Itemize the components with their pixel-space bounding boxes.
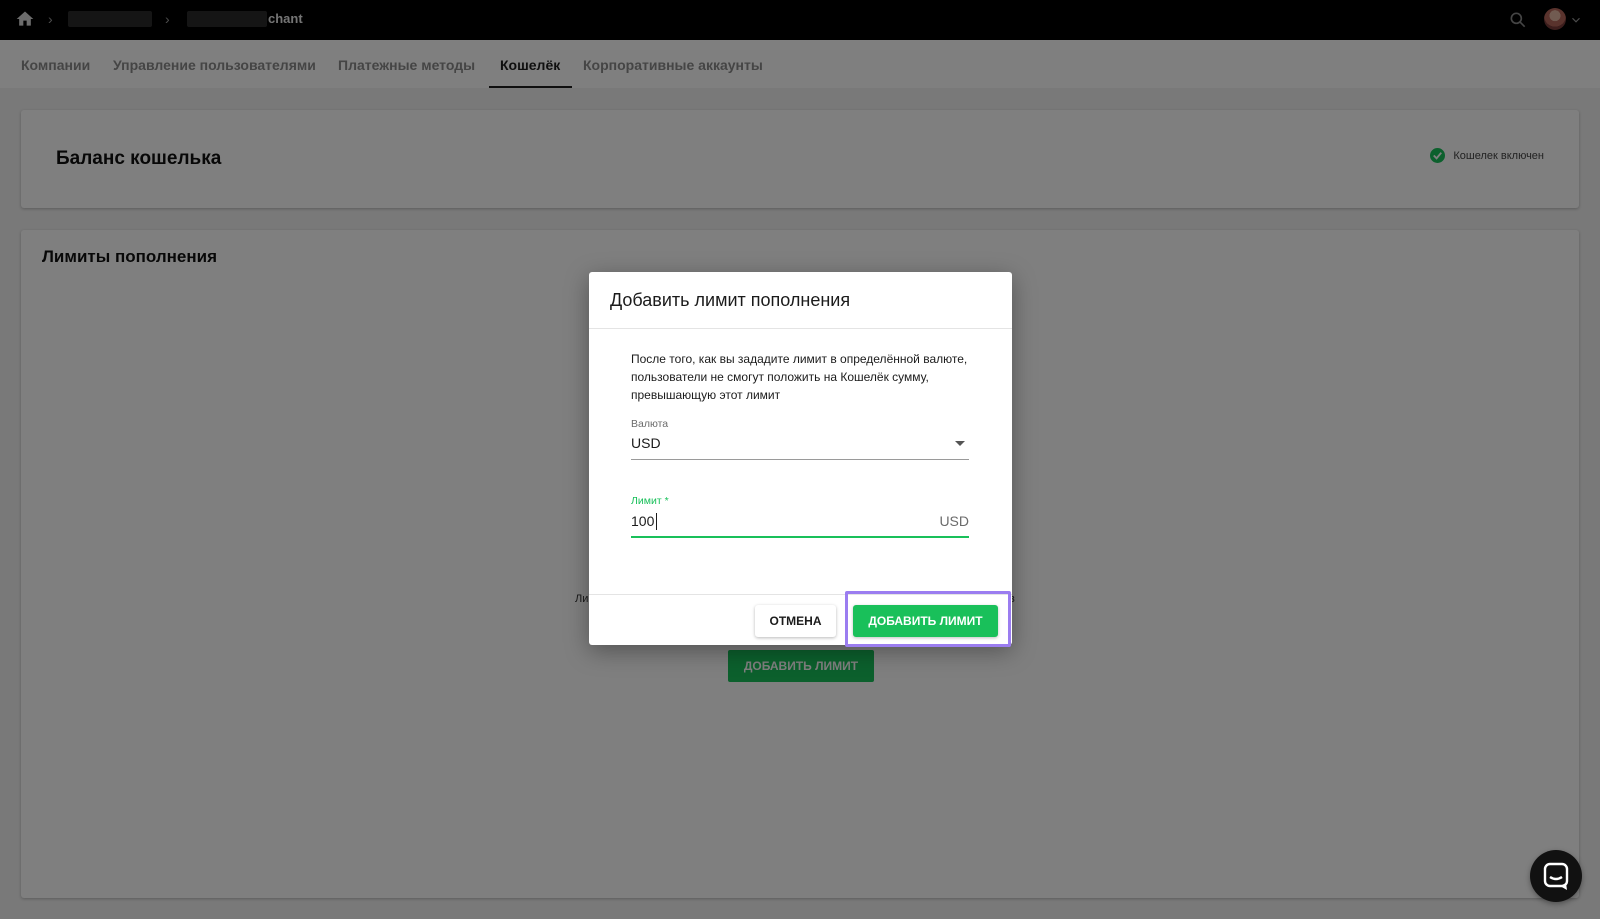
cancel-button[interactable]: ОТМЕНА bbox=[755, 605, 836, 637]
chat-launcher-button[interactable] bbox=[1530, 850, 1582, 902]
add-limit-dialog: Добавить лимит пополнения После того, ка… bbox=[589, 272, 1012, 645]
currency-select-value: USD bbox=[631, 435, 661, 451]
dropdown-arrow-icon bbox=[955, 441, 965, 446]
currency-select[interactable]: USD bbox=[631, 430, 969, 460]
limit-label: Лимит * bbox=[631, 495, 669, 507]
limit-currency-suffix: USD bbox=[939, 513, 969, 529]
dialog-title: Добавить лимит пополнения bbox=[610, 290, 851, 310]
dialog-description: После того, как вы зададите лимит в опре… bbox=[631, 352, 968, 402]
currency-label: Валюта bbox=[631, 418, 669, 430]
text-cursor bbox=[656, 513, 657, 530]
divider bbox=[589, 328, 1012, 329]
limit-input-value: 100 bbox=[631, 513, 655, 529]
add-limit-button[interactable]: ДОБАВИТЬ ЛИМИТ bbox=[853, 605, 998, 637]
limit-input[interactable]: 100 USD bbox=[631, 508, 969, 538]
chat-icon bbox=[1543, 862, 1569, 890]
